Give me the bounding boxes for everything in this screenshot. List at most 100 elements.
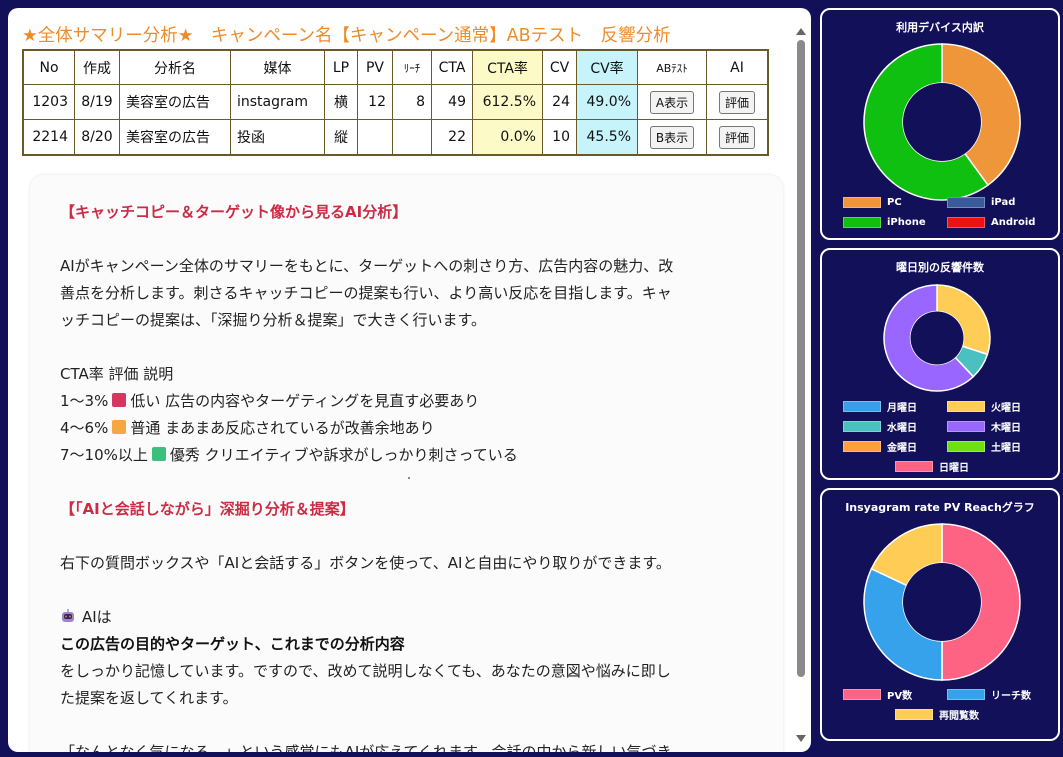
ai-evaluate-button[interactable]: 評価 (718, 90, 755, 114)
cell-cv-rate: 49.0% (576, 84, 638, 120)
analysis-paragraph: 善点を分析します。刺さるキャッチコピーの提案も行い、より高い反応を目指します。キ… (60, 284, 672, 302)
pv-reach-donut-chart (863, 523, 1021, 681)
col-created: 作成 (74, 49, 120, 85)
donut-hole (910, 311, 964, 365)
pv-reach-chart-card: Insyagram rate PV Reachグラフ PV数 リーチ数 再閲覧数 (820, 488, 1060, 741)
legend-swatch (843, 400, 881, 412)
scroll-up-arrow-icon[interactable] (796, 28, 806, 35)
legend-swatch (843, 440, 881, 452)
ai-analysis-text: 【キャッチコピー＆ターゲット像から見るAI分析】 AIがキャンペーン全体のサマリ… (60, 199, 760, 752)
weekday-donut-chart (883, 284, 991, 392)
legend-swatch (947, 196, 985, 208)
rating-high-row: 7〜10%以上 優秀 クリエイティブや訴求がしっかり刺さっている (60, 442, 760, 469)
deep-dive-heading: 【「AIと会話しながら」深掘り分析＆提案】 (60, 500, 355, 518)
cell-no: 1203 (22, 84, 75, 120)
col-lp: LP (324, 49, 358, 85)
page-title: ★全体サマリー分析★ キャンペーン名【キャンペーン通常】ABテスト 反響分析 (22, 26, 671, 46)
legend-swatch (947, 400, 985, 412)
weekday-chart-card: 曜日別の反響件数 月曜日 火曜日 水曜日 木曜日 金曜日 土曜日 日曜日 (820, 248, 1060, 480)
legend-item-monday: 月曜日 (843, 399, 933, 414)
donut-hole (903, 83, 981, 161)
legend-item-iphone: iPhone (843, 216, 933, 228)
summary-panel: ★全体サマリー分析★ キャンペーン名【キャンペーン通常】ABテスト 反響分析 N… (8, 8, 811, 752)
ai-evaluate-button[interactable]: 評価 (718, 125, 755, 149)
analysis-paragraph: 「なんとなく気になる…」という感覚にもAIが応えてくれます。会話の中から新しい気… (60, 743, 672, 752)
legend-item-android: Android (947, 216, 1037, 228)
cell-cv: 10 (542, 119, 577, 156)
weekday-legend: 月曜日 火曜日 水曜日 木曜日 金曜日 土曜日 日曜日 (822, 396, 1058, 476)
legend-swatch (895, 460, 933, 472)
ai-analysis-card: 【キャッチコピー＆ターゲット像から見るAI分析】 AIがキャンペーン全体のサマリ… (30, 175, 783, 752)
cell-ai: 評価 (706, 84, 769, 120)
device-donut-chart (863, 43, 1021, 201)
rating-legend-header: CTA率 評価 説明 (60, 365, 174, 383)
pv-reach-legend: PV数 リーチ数 再閲覧数 (822, 684, 1058, 724)
analysis-paragraph: AIがキャンペーン全体のサマリーをもとに、ターゲットへの刺さり方、広告内容の魅力… (60, 257, 674, 275)
cell-name: 美容室の広告 (119, 84, 231, 120)
legend-label: iPhone (887, 216, 926, 228)
cell-cta-rate: 0.0% (472, 119, 543, 156)
robot-icon (62, 609, 74, 622)
legend-swatch (843, 216, 881, 228)
col-reach: ﾘｰﾁ (392, 49, 432, 85)
legend-item-friday: 金曜日 (843, 439, 933, 454)
scroll-thumb[interactable] (797, 40, 805, 677)
donut-hole (903, 563, 981, 641)
ab-show-a-button[interactable]: A表示 (649, 90, 695, 114)
catchcopy-analysis-heading: 【キャッチコピー＆ターゲット像から見るAI分析】 (60, 203, 408, 221)
col-cv-rate: CV率 (576, 49, 638, 85)
legend-item-wednesday: 水曜日 (843, 419, 933, 434)
cell-no: 2214 (22, 119, 75, 156)
legend-label: PC (887, 196, 902, 208)
table-row: 1203 8/19 美容室の広告 instagram 横 12 8 49 612… (22, 84, 769, 120)
legend-item-pv: PV数 (843, 687, 933, 702)
rating-low-row: 1〜3% 低い 広告の内容やターゲティングを見直す必要あり (60, 388, 760, 415)
legend-swatch (843, 196, 881, 208)
legend-label: 再閲覧数 (939, 710, 979, 722)
cell-cta: 22 (431, 119, 473, 156)
ab-show-b-button[interactable]: B表示 (649, 125, 695, 149)
green-square-icon (151, 447, 166, 461)
legend-item-reviews: 再閲覧数 (895, 707, 985, 722)
col-pv: PV (357, 49, 393, 85)
divider-dot (408, 477, 410, 479)
orange-square-icon (112, 420, 127, 434)
pv-reach-chart-title: Insyagram rate PV Reachグラフ (845, 501, 1035, 514)
cell-pv (357, 119, 393, 156)
cell-media: instagram (230, 84, 325, 120)
rating-high-range: 7〜10%以上 (60, 446, 148, 464)
table-header-row: No 作成 分析名 媒体 LP PV ﾘｰﾁ CTA CTA率 CV CV率 A… (22, 49, 769, 85)
legend-label: 月曜日 (887, 402, 917, 414)
analysis-paragraph: ッチコピーの提案は、「深掘り分析＆提案」で大きく行います。 (60, 311, 487, 329)
device-legend: PC iPad iPhone Android (822, 192, 1058, 232)
legend-item-thursday: 木曜日 (947, 419, 1037, 434)
device-chart-card: 利用デバイス内訳 PC iPad iPhone Android (820, 8, 1060, 240)
cell-reach (392, 119, 432, 156)
legend-label: PV数 (887, 690, 913, 702)
legend-item-sunday: 日曜日 (895, 459, 985, 474)
cell-pv: 12 (357, 84, 393, 120)
cell-cv-rate: 45.5% (576, 119, 638, 156)
cell-lp: 横 (324, 84, 358, 120)
legend-label: リーチ数 (991, 690, 1031, 702)
cell-cv: 24 (542, 84, 577, 120)
cell-cta-rate: 612.5% (472, 84, 543, 120)
scroll-down-arrow-icon[interactable] (796, 735, 806, 742)
legend-item-reach: リーチ数 (947, 687, 1037, 702)
legend-label: 水曜日 (887, 422, 917, 434)
table-row: 2214 8/20 美容室の広告 投函 縦 22 0.0% 10 45.5% B… (22, 119, 769, 156)
col-ai: AI (706, 49, 769, 85)
cell-ab: A表示 (637, 84, 707, 120)
cell-created: 8/20 (74, 119, 120, 156)
cell-created: 8/19 (74, 84, 120, 120)
cell-ai: 評価 (706, 119, 769, 156)
col-cta-rate: CTA率 (472, 49, 543, 85)
rating-high-text: 優秀 クリエイティブや訴求がしっかり刺さっている (169, 446, 518, 464)
cell-ab: B表示 (637, 119, 707, 156)
cell-lp: 縦 (324, 119, 358, 156)
vertical-scrollbar[interactable] (795, 28, 807, 752)
rating-mid-row: 4〜6% 普通 まあまあ反応されているが改善余地あり (60, 415, 760, 442)
device-chart-title: 利用デバイス内訳 (896, 21, 984, 34)
legend-swatch (843, 420, 881, 432)
cell-name: 美容室の広告 (119, 119, 231, 156)
